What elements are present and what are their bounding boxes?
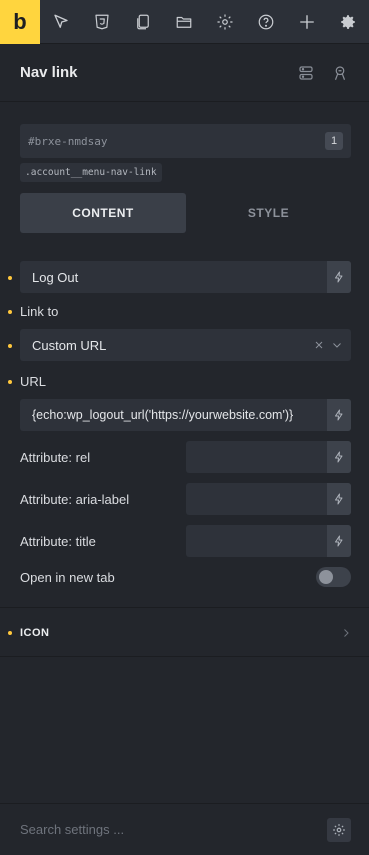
content-style-tabs: CONTENT STYLE [20,193,351,233]
attribute-title-label: Attribute: title [20,534,96,549]
pages-icon[interactable] [122,0,163,44]
changed-indicator-dot [8,344,12,348]
attribute-aria-label-label: Attribute: aria-label [20,492,130,507]
link-to-select[interactable]: Custom URL [20,329,351,361]
panel-title: Nav link [20,64,78,81]
changed-indicator-dot [8,380,12,384]
element-id-field[interactable]: #brxe-nmdsay 1 [20,124,351,158]
tab-style[interactable]: STYLE [186,193,351,233]
section-divider [0,607,369,608]
class-count-badge: 1 [325,132,343,150]
settings-cog-icon[interactable] [328,0,369,44]
dynamic-data-bolt-icon[interactable] [327,483,351,515]
element-id-text: #brxe-nmdsay [28,134,108,148]
link-to-label: Link to [20,304,59,319]
dynamic-data-bolt-icon[interactable] [327,525,351,557]
dynamic-data-bolt-icon[interactable] [327,261,351,293]
tab-content[interactable]: CONTENT [20,193,186,233]
panel-header: Nav link [0,44,369,102]
link-text-value: Log Out [32,269,79,285]
folder-icon[interactable] [163,0,204,44]
chevron-right-icon[interactable] [340,627,352,639]
cursor-icon[interactable] [40,0,81,44]
attribute-rel-label: Attribute: rel [20,450,91,465]
top-toolbar: b [0,0,369,44]
settings-footer [0,803,369,855]
dynamic-data-bolt-icon[interactable] [327,399,351,431]
open-new-tab-toggle[interactable] [316,567,351,587]
structure-toggle-icon[interactable] [297,64,315,82]
pin-icon[interactable] [331,64,349,82]
footer-gear-icon[interactable] [327,817,351,842]
attribute-aria-label-field[interactable] [186,483,351,515]
bricks-logo[interactable]: b [0,0,40,44]
url-field[interactable]: {echo:wp_logout_url('https://yourwebsite… [20,399,351,431]
plus-icon[interactable] [287,0,328,44]
changed-indicator-dot [8,276,12,280]
url-value: {echo:wp_logout_url('https://yourwebsite… [32,408,294,422]
changed-indicator-dot [8,631,12,635]
help-icon[interactable] [246,0,287,44]
section-divider [0,656,369,657]
css3-icon[interactable] [81,0,122,44]
dynamic-data-bolt-icon[interactable] [327,441,351,473]
class-chip[interactable]: .account__menu-nav-link [20,163,162,182]
search-settings-input[interactable] [20,822,327,837]
clear-icon[interactable] [313,339,325,351]
icon-section-title[interactable]: ICON [20,627,50,639]
attribute-rel-field[interactable] [186,441,351,473]
open-new-tab-label: Open in new tab [20,570,115,585]
attribute-title-field[interactable] [186,525,351,557]
toggle-knob [319,570,333,584]
link-text-field[interactable]: Log Out [20,261,351,293]
changed-indicator-dot [8,310,12,314]
gear-icon[interactable] [205,0,246,44]
chevron-down-icon[interactable] [331,339,343,351]
url-label: URL [20,374,47,389]
link-to-selected-value: Custom URL [32,337,107,353]
